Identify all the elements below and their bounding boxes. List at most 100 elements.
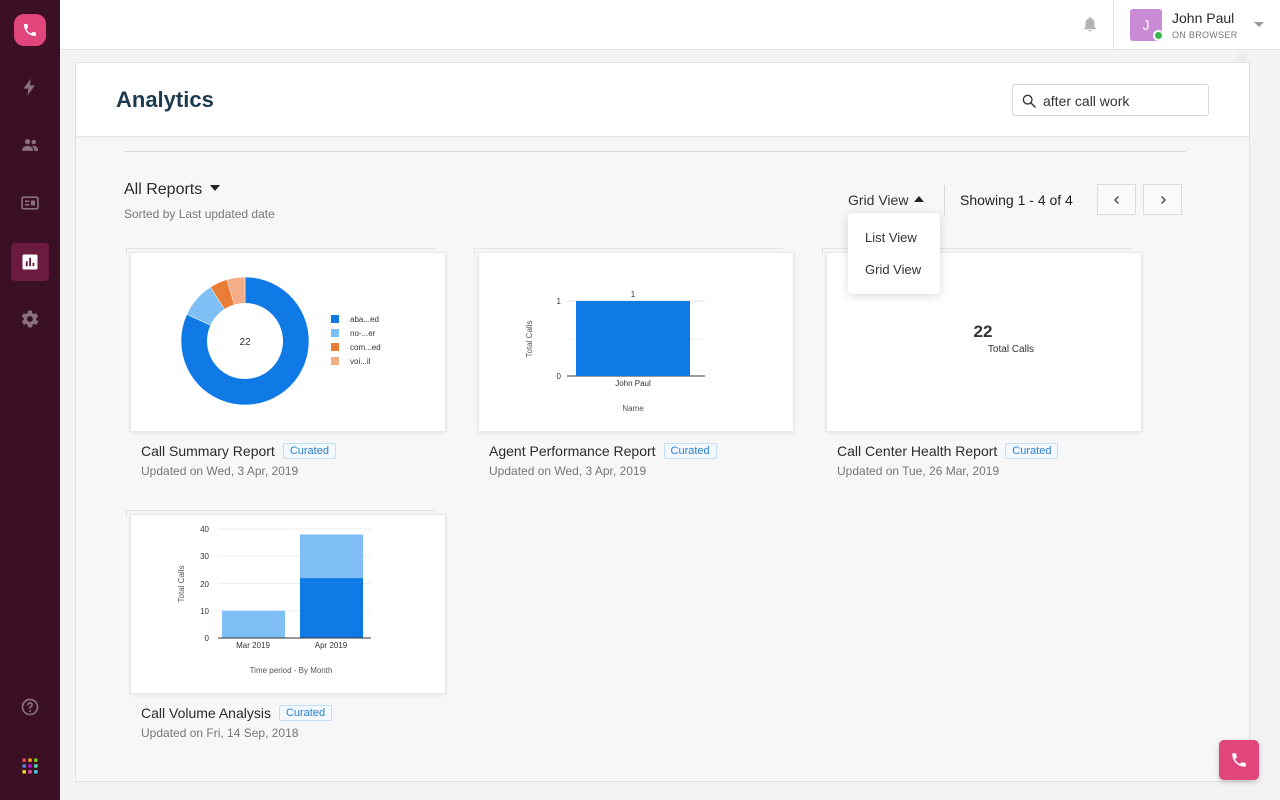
dialer-fab-button[interactable] xyxy=(1219,740,1259,780)
report-updated-date: Updated on Fri, 14 Sep, 2018 xyxy=(141,726,299,740)
curated-badge: Curated xyxy=(663,443,717,460)
nav-tickets[interactable] xyxy=(11,184,49,222)
donut-chart: 22 aba...ed no-...er com...ed voi...il xyxy=(180,276,381,406)
y-tick-label: 20 xyxy=(200,580,209,589)
legend-swatch xyxy=(331,343,339,351)
report-title-text[interactable]: Call Summary Report xyxy=(141,443,275,459)
report-title[interactable]: Call Center Health Report Curated xyxy=(837,443,1059,460)
y-tick-label: 40 xyxy=(200,525,209,534)
legend-swatch xyxy=(331,329,339,337)
legend-label: no-...er xyxy=(350,329,376,338)
nav-activity[interactable] xyxy=(11,68,49,106)
top-bar: J John Paul ON BROWSER xyxy=(60,0,1280,50)
stacked-bar-segment xyxy=(222,610,285,638)
stacked-bar-segment xyxy=(300,578,363,638)
x-axis-label: Name xyxy=(622,404,644,413)
nav-apps[interactable] xyxy=(11,747,49,785)
nav-contacts[interactable] xyxy=(11,126,49,164)
page-title: Analytics xyxy=(116,87,214,112)
online-status-dot xyxy=(1153,30,1164,41)
reports-filter-label: All Reports xyxy=(124,181,203,198)
y-axis-label: Total Calls xyxy=(525,321,534,358)
y-tick-label: 30 xyxy=(200,552,209,561)
donut-center-label: 22 xyxy=(239,337,251,348)
help-icon xyxy=(21,698,39,716)
report-title[interactable]: Agent Performance Report Curated xyxy=(489,443,717,460)
app-logo[interactable] xyxy=(14,14,46,46)
bar-john-paul xyxy=(576,301,690,376)
y-tick-label: 0 xyxy=(205,634,210,643)
bell-icon[interactable] xyxy=(1081,15,1099,33)
report-updated-date: Updated on Wed, 3 Apr, 2019 xyxy=(489,464,647,478)
prev-page-button[interactable] xyxy=(1097,184,1136,215)
report-thumbnail[interactable]: 0 10 20 30 40 Mar 2019 Apr 2019 Time per… xyxy=(126,510,446,694)
x-tick-label: Mar 2019 xyxy=(236,641,270,650)
curated-badge: Curated xyxy=(1005,443,1059,460)
report-title[interactable]: Call Summary Report Curated xyxy=(141,443,336,460)
kpi-value: 22 xyxy=(974,322,993,341)
curated-badge: Curated xyxy=(278,705,333,722)
legend-label: com...ed xyxy=(350,343,381,352)
view-menu-item-list[interactable]: List View xyxy=(865,230,917,245)
x-tick-label: Apr 2019 xyxy=(315,641,348,650)
bar-chart-icon xyxy=(22,254,38,270)
apps-grid-icon xyxy=(22,758,38,774)
legend-label: voi...il xyxy=(350,357,371,366)
topbar-divider xyxy=(1113,0,1114,50)
legend-swatch xyxy=(331,357,339,365)
view-menu: List View Grid View xyxy=(848,213,940,294)
y-tick-label: 1 xyxy=(557,297,562,306)
y-axis-label: Total Calls xyxy=(177,566,186,603)
nav-help[interactable] xyxy=(11,688,49,726)
gear-icon xyxy=(21,310,39,328)
report-title-text[interactable]: Call Volume Analysis xyxy=(141,705,271,721)
agent-bar-chart: 1 0 1 John Paul Name Total Calls xyxy=(525,290,705,413)
legend-swatch xyxy=(331,315,339,323)
view-menu-item-grid[interactable]: Grid View xyxy=(865,262,921,277)
donut-legend: aba...ed no-...er com...ed voi...il xyxy=(331,315,381,366)
next-page-button[interactable] xyxy=(1143,184,1182,215)
caret-down-icon xyxy=(210,184,221,191)
kpi-label: Total Calls xyxy=(988,344,1034,355)
report-thumbnail[interactable]: 22 aba...ed no-...er com...ed voi...il xyxy=(126,248,446,432)
chevron-right-icon xyxy=(1160,195,1166,204)
search-icon xyxy=(1022,94,1036,108)
report-title[interactable]: Call Volume Analysis Curated xyxy=(141,705,333,722)
legend-label: aba...ed xyxy=(350,315,379,324)
report-updated-date: Updated on Tue, 26 Mar, 2019 xyxy=(837,464,1000,478)
report-title-text[interactable]: Agent Performance Report xyxy=(489,443,656,459)
volume-stacked-bar-chart: 0 10 20 30 40 Mar 2019 Apr 2019 Time per… xyxy=(177,525,371,675)
bar-data-label: 1 xyxy=(631,290,636,299)
view-toggle-label: Grid View xyxy=(848,192,909,208)
section-divider xyxy=(124,151,1186,152)
search-box[interactable] xyxy=(1012,84,1209,116)
chevron-left-icon xyxy=(1113,195,1119,204)
stacked-bar-segment xyxy=(300,534,363,579)
phone-icon xyxy=(24,24,36,36)
volume-bars xyxy=(222,534,363,638)
x-axis-label: Time period - By Month xyxy=(250,666,333,675)
lightning-icon xyxy=(23,78,35,96)
id-card-icon xyxy=(21,196,39,210)
user-name[interactable]: John Paul xyxy=(1172,10,1234,26)
people-icon xyxy=(22,139,38,151)
view-toggle[interactable]: Grid View xyxy=(848,192,925,208)
y-tick-label: 0 xyxy=(557,372,562,381)
pagination-info: Showing 1 - 4 of 4 xyxy=(960,192,1073,208)
phone-icon xyxy=(1232,753,1246,767)
nav-settings[interactable] xyxy=(11,300,49,338)
reports-filter-dropdown[interactable]: All Reports xyxy=(124,181,221,199)
panel-header: Analytics xyxy=(76,63,1249,137)
curated-badge: Curated xyxy=(282,443,336,460)
nav-analytics[interactable] xyxy=(11,243,49,281)
report-title-text[interactable]: Call Center Health Report xyxy=(837,443,997,459)
report-thumbnail[interactable]: 1 0 1 John Paul Name Total Calls xyxy=(474,248,794,432)
report-updated-date: Updated on Wed, 3 Apr, 2019 xyxy=(141,464,299,478)
y-tick-label: 10 xyxy=(200,607,209,616)
search-input[interactable] xyxy=(1043,91,1203,111)
sort-info: Sorted by Last updated date xyxy=(124,207,275,221)
user-menu-caret-icon[interactable] xyxy=(1254,22,1264,27)
toolbar-divider xyxy=(944,185,945,215)
caret-up-icon xyxy=(914,196,925,203)
sidebar xyxy=(0,0,60,800)
